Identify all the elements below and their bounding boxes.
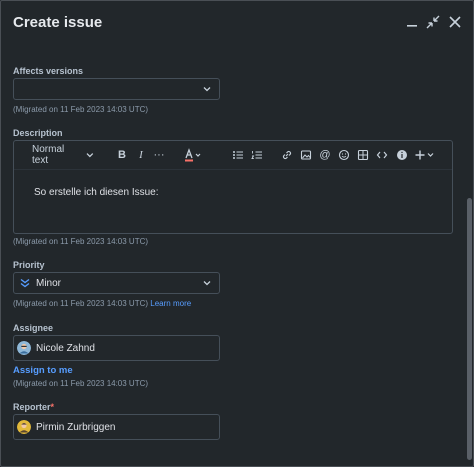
learn-more-link[interactable]: Learn more (150, 299, 191, 308)
minimize-icon[interactable] (404, 14, 420, 30)
assignee-select[interactable]: Nicole Zahnd (13, 335, 220, 361)
bold-icon[interactable]: B (115, 147, 129, 163)
priority-minor-icon (20, 278, 30, 288)
image-icon[interactable] (299, 147, 313, 163)
affects-versions-select[interactable] (13, 78, 220, 100)
affects-versions-label: Affects versions (13, 66, 84, 76)
required-marker: * (50, 402, 55, 412)
reporter-select[interactable]: Pirmin Zurbriggen (13, 414, 220, 440)
code-glyph (376, 151, 388, 159)
chevron-down-icon (86, 153, 94, 158)
italic-icon[interactable]: I (134, 147, 148, 163)
image-glyph (300, 150, 312, 160)
editor-toolbar: Normal text B I ··· @ (14, 141, 452, 170)
priority-value: Minor (36, 278, 62, 289)
mention-icon[interactable]: @ (318, 147, 332, 163)
scrollbar[interactable] (467, 198, 472, 460)
emoji-icon[interactable] (337, 147, 351, 163)
bullet-list-glyph (233, 151, 243, 159)
assignee-value: Nicole Zahnd (36, 343, 95, 354)
chevron-down-icon (203, 87, 211, 92)
chevron-down-icon (203, 281, 211, 286)
bullet-list-icon[interactable] (231, 147, 245, 163)
more-formatting-icon[interactable]: ··· (152, 147, 166, 163)
text-style-dropdown[interactable]: Normal text (32, 144, 94, 166)
table-glyph (357, 149, 369, 161)
plus-chevron-glyph (415, 150, 434, 160)
info-glyph (397, 150, 407, 160)
priority-hint: (Migrated on 11 Feb 2023 14:03 UTC) Lear… (13, 299, 191, 308)
text-style-label: Normal text (32, 144, 65, 166)
numbered-list-glyph (251, 151, 262, 159)
reporter-value: Pirmin Zurbriggen (36, 422, 116, 433)
numbered-list-icon[interactable] (250, 147, 264, 163)
assign-to-me-link[interactable]: Assign to me (13, 365, 73, 376)
insert-more-icon[interactable] (414, 147, 436, 163)
reporter-label: Reporter* (13, 402, 54, 412)
avatar (17, 420, 31, 434)
dialog-header: Create issue (1, 1, 473, 45)
text-color-icon[interactable] (182, 147, 204, 163)
emoji-glyph (338, 149, 350, 161)
priority-select[interactable]: Minor (13, 272, 220, 294)
assignee-hint: (Migrated on 11 Feb 2023 14:03 UTC) (13, 379, 149, 388)
create-issue-dialog: Create issue Affects versions (Migrated … (0, 0, 474, 467)
assignee-label: Assignee (13, 323, 54, 333)
affects-versions-hint: (Migrated on 11 Feb 2023 14:03 UTC) (13, 105, 149, 114)
table-icon[interactable] (356, 147, 370, 163)
link-icon[interactable] (280, 147, 294, 163)
text-color-glyph (185, 148, 201, 162)
description-hint: (Migrated on 11 Feb 2023 14:03 UTC) (13, 237, 149, 246)
code-icon[interactable] (375, 147, 389, 163)
priority-hint-text: (Migrated on 11 Feb 2023 14:03 UTC) (13, 299, 149, 308)
description-editor[interactable]: Normal text B I ··· @ So erstelle ich di… (13, 140, 453, 234)
dialog-body: Affects versions (Migrated on 11 Feb 202… (1, 45, 467, 466)
description-body: So erstelle ich diesen Issue: (34, 187, 159, 198)
collapse-icon[interactable] (425, 14, 441, 30)
reporter-label-text: Reporter (13, 402, 51, 412)
priority-label: Priority (13, 260, 45, 270)
description-label: Description (13, 128, 63, 138)
close-icon[interactable] (447, 14, 463, 30)
dialog-title: Create issue (13, 14, 103, 31)
avatar (17, 341, 31, 355)
info-icon[interactable] (395, 147, 409, 163)
link-glyph (282, 150, 292, 160)
